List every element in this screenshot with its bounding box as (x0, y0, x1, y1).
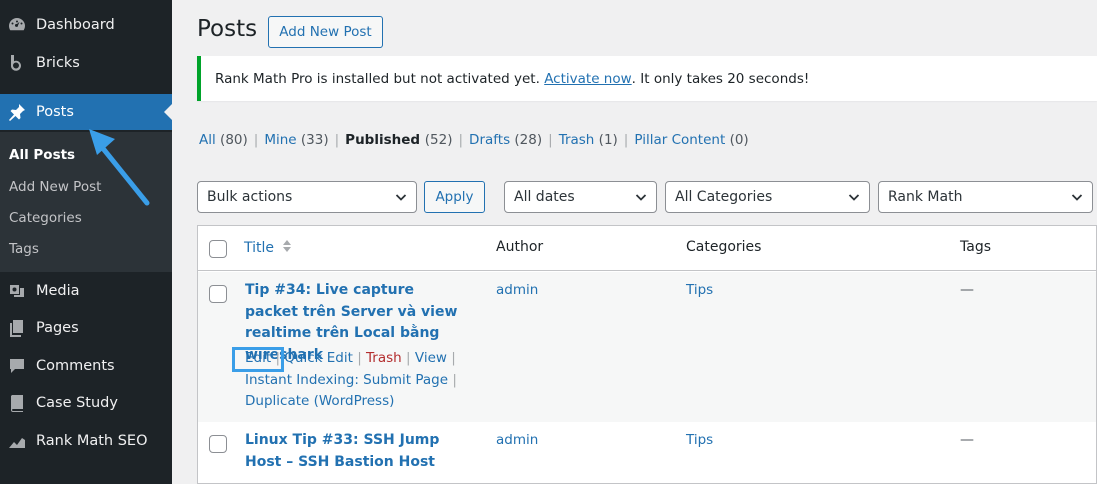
posts-table: Title Author Categories Tags Tip #34: Li… (197, 225, 1097, 484)
sidebar-item-label: Comments (36, 358, 115, 374)
sidebar-item-label: Rank Math SEO (36, 433, 148, 449)
submenu-all-posts[interactable]: All Posts (9, 147, 75, 163)
chevron-down-icon (395, 194, 407, 201)
table-row: Tip #34: Live capture packet trên Server… (198, 272, 1096, 422)
view-all[interactable]: All (80) (199, 132, 248, 148)
sidebar-item-rank-math-seo[interactable]: Rank Math SEO (0, 423, 172, 459)
select-all-checkbox[interactable] (209, 240, 227, 258)
sidebar-item-pages[interactable]: Pages (0, 310, 172, 346)
trash-link[interactable]: Trash (366, 350, 402, 366)
rank-math-notice: Rank Math Pro is installed but not activ… (197, 56, 1097, 101)
duplicate-link[interactable]: Duplicate (WordPress) (245, 393, 394, 409)
sidebar-item-case-study[interactable]: Case Study (0, 385, 172, 421)
notice-text-before: Rank Math Pro is installed but not activ… (215, 70, 545, 87)
column-title[interactable]: Title (244, 239, 292, 256)
column-author: Author (496, 239, 544, 255)
post-status-filters: All (80) | Mine (33) | Published (52) | Dra… (199, 132, 749, 148)
chevron-down-icon (1071, 194, 1083, 201)
sidebar-item-comments[interactable]: Comments (0, 348, 172, 384)
view-link[interactable]: View (415, 350, 447, 366)
sidebar-item-media[interactable]: Media (0, 273, 172, 309)
post-title-link[interactable]: Linux Tip #33: SSH Jump Host – SSH Basti… (245, 430, 470, 473)
media-icon (6, 280, 28, 302)
sidebar-item-label: Dashboard (36, 17, 115, 33)
dates-filter-select[interactable]: All dates (504, 181, 657, 213)
page-title: Posts (197, 16, 258, 42)
view-pillar-content[interactable]: Pillar Content (0) (634, 132, 748, 148)
author-link[interactable]: admin (496, 432, 538, 448)
submenu-tags[interactable]: Tags (9, 241, 39, 257)
annotation-arrow (89, 129, 150, 206)
instant-indexing-link[interactable]: Instant Indexing: Submit Page (245, 372, 448, 388)
submenu-categories[interactable]: Categories (9, 210, 82, 226)
column-categories: Categories (686, 239, 762, 255)
tags-value: — (960, 432, 974, 448)
dashboard-icon (6, 14, 28, 36)
sidebar-item-label: Bricks (36, 55, 80, 71)
view-mine[interactable]: Mine (33) (264, 132, 328, 148)
rank-math-filter-select[interactable]: Rank Math (878, 181, 1093, 213)
view-trash[interactable]: Trash (1) (559, 132, 618, 148)
sort-icon (283, 240, 292, 252)
pin-icon (6, 101, 28, 123)
row-checkbox[interactable] (209, 435, 227, 453)
comments-icon (6, 355, 28, 377)
table-header: Title Author Categories Tags (198, 226, 1096, 271)
apply-button[interactable]: Apply (424, 181, 485, 213)
notice-text-after: . It only takes 20 seconds! (631, 70, 810, 87)
sidebar-item-label: Case Study (36, 395, 118, 411)
row-checkbox[interactable] (209, 285, 227, 303)
rank-math-icon (6, 430, 28, 452)
sidebar-item-label: Pages (36, 320, 79, 336)
table-row: Linux Tip #33: SSH Jump Host – SSH Basti… (198, 423, 1096, 484)
categories-filter-select[interactable]: All Categories (665, 181, 870, 213)
sidebar-item-label: Media (36, 283, 80, 299)
view-published[interactable]: Published (52) (345, 132, 452, 148)
chevron-down-icon (635, 194, 647, 201)
book-icon (6, 392, 28, 414)
quick-edit-link[interactable]: Quick Edit (284, 350, 353, 366)
category-link[interactable]: Tips (686, 432, 713, 448)
bricks-logo-icon (6, 52, 28, 74)
sidebar-item-bricks[interactable]: Bricks (0, 45, 172, 81)
admin-sidebar: Dashboard Bricks Posts All Posts Add New… (0, 0, 172, 484)
bulk-actions-select[interactable]: Bulk actions (197, 181, 417, 213)
add-new-post-button[interactable]: Add New Post (268, 16, 383, 48)
tags-value: — (960, 282, 974, 298)
edit-highlight-box (232, 347, 284, 372)
main-content: Posts Add New Post Rank Math Pro is inst… (172, 0, 1097, 484)
column-tags: Tags (960, 239, 991, 255)
author-link[interactable]: admin (496, 282, 538, 298)
sidebar-item-dashboard[interactable]: Dashboard (0, 7, 172, 43)
pages-icon (6, 317, 28, 339)
category-link[interactable]: Tips (686, 282, 713, 298)
chevron-down-icon (848, 194, 860, 201)
sidebar-item-label: Posts (36, 104, 74, 120)
view-drafts[interactable]: Drafts (28) (469, 132, 542, 148)
activate-now-link[interactable]: Activate now (544, 71, 631, 87)
